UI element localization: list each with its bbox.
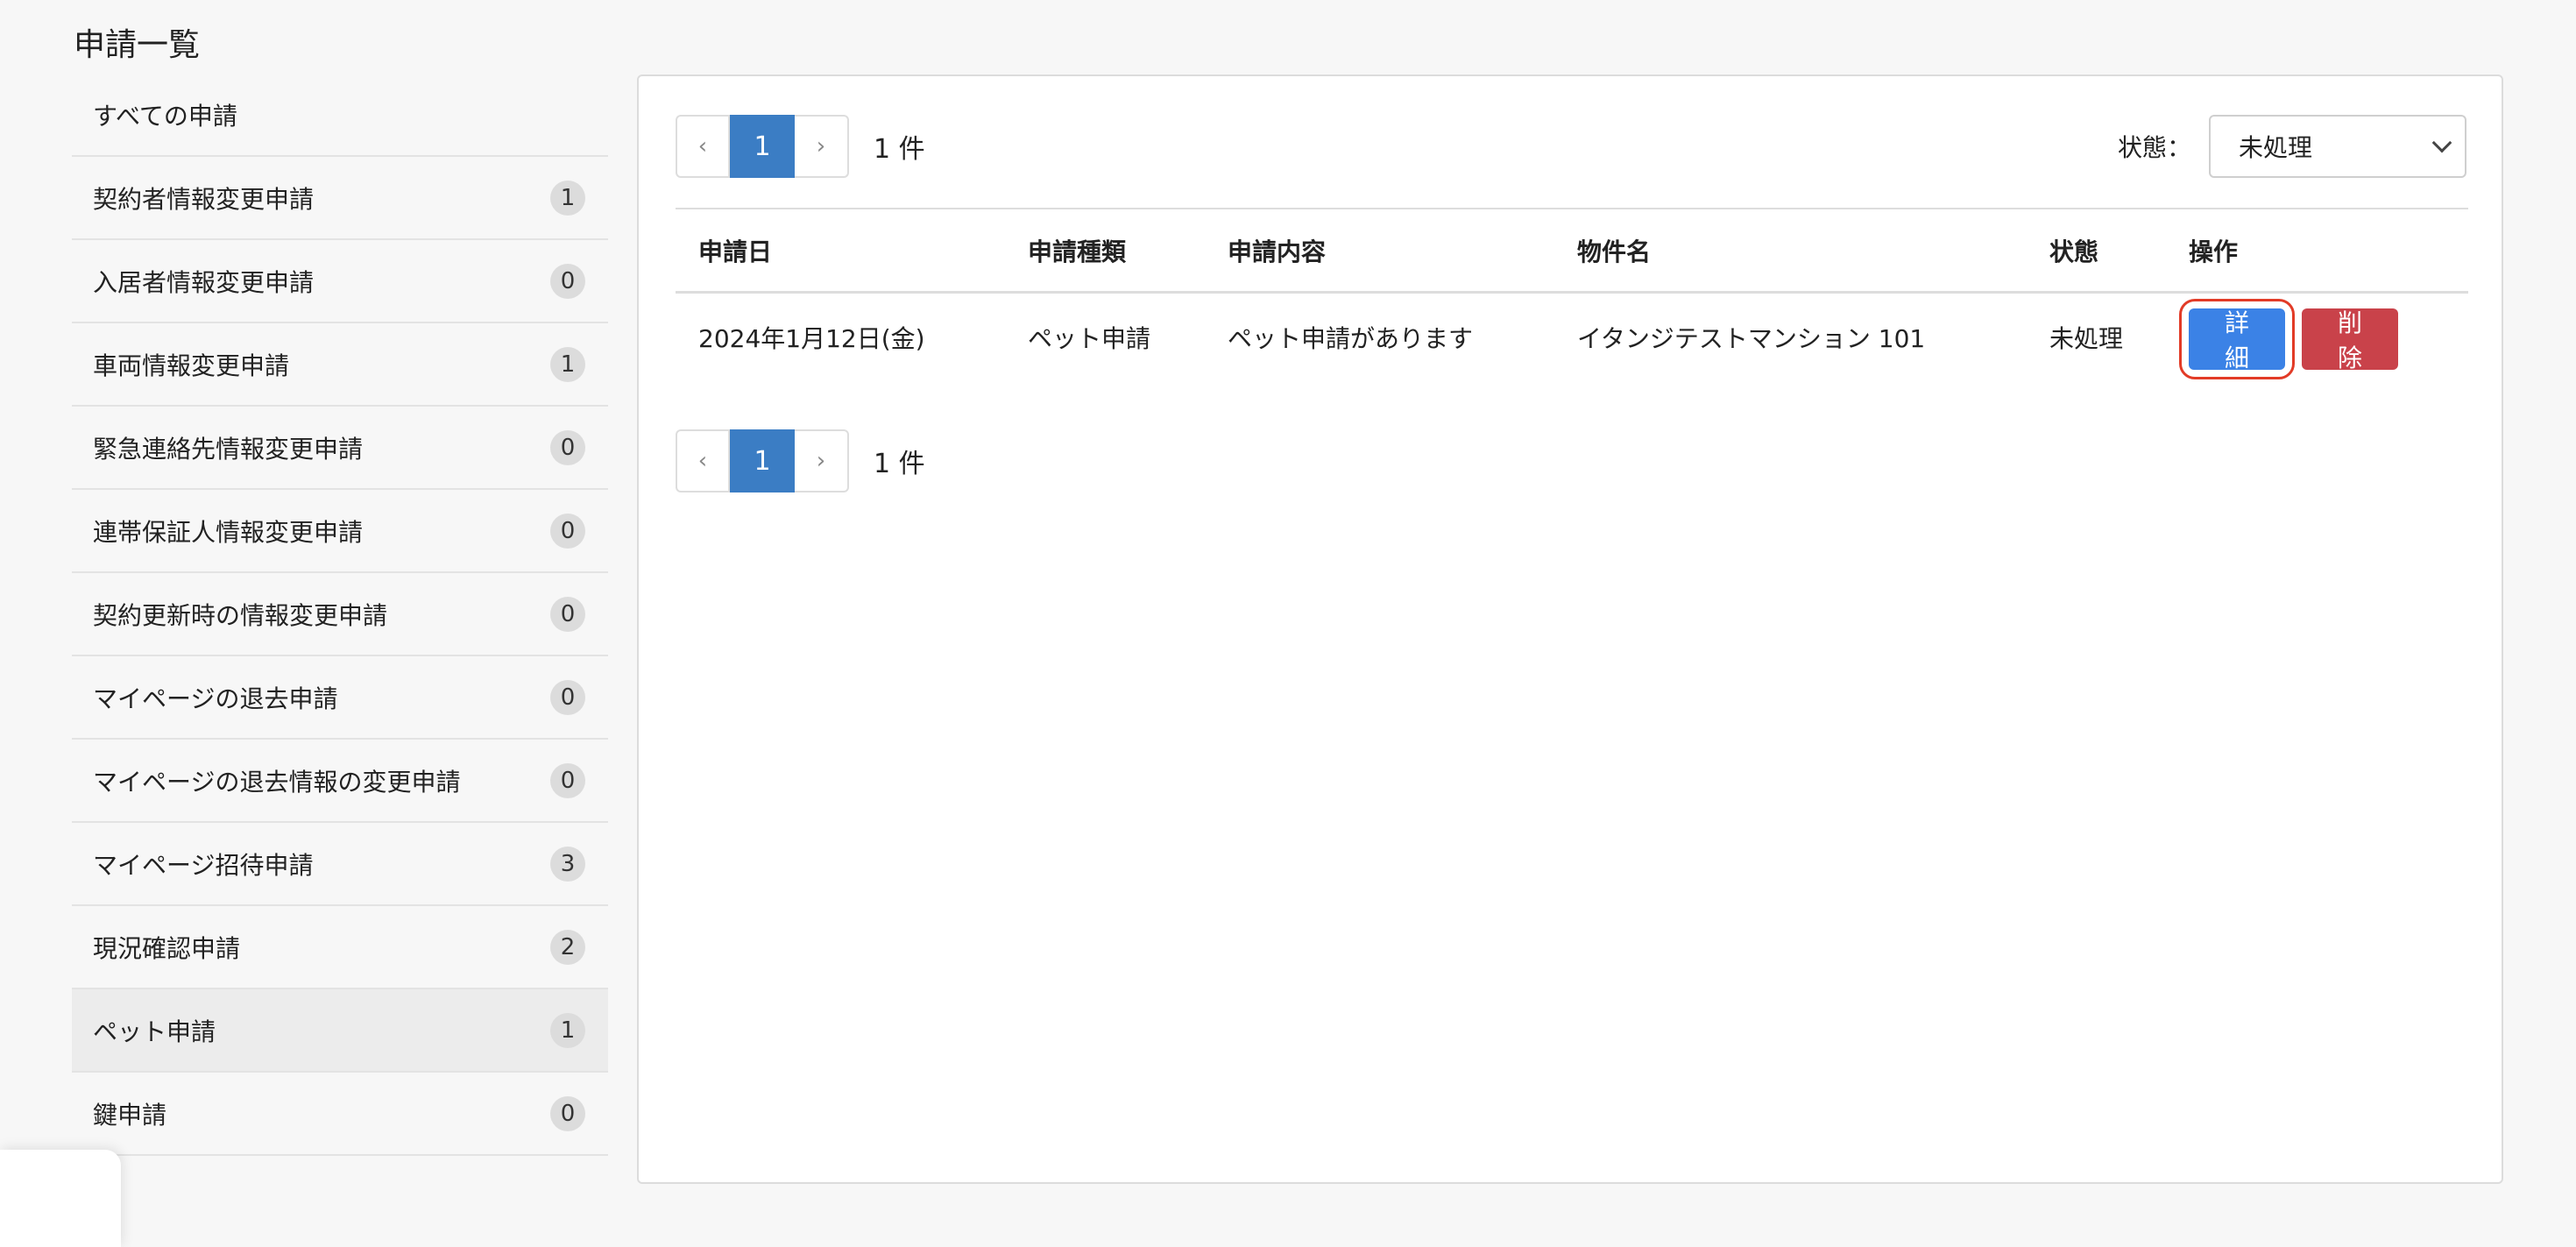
page-title: 申請一覧 xyxy=(74,27,201,63)
count-badge: 1 xyxy=(550,346,585,382)
delete-button[interactable]: 削除 xyxy=(2302,308,2398,372)
cell-status: 未処理 xyxy=(2049,324,2124,353)
current-page-button[interactable]: 1 xyxy=(730,429,795,492)
sidebar-item-label: 緊急連絡先情報変更申請 xyxy=(93,434,364,464)
table-header: 申請日 申請種類 申請内容 物件名 状態 操作 xyxy=(676,209,2468,294)
status-filter: 状態： 未処理 xyxy=(2118,115,2466,178)
count-badge: 0 xyxy=(550,762,585,798)
sidebar-item-label: 鍵申請 xyxy=(93,1100,167,1130)
sidebar-item-all[interactable]: すべての申請 xyxy=(72,74,608,157)
sidebar-item-label: 入居者情報変更申請 xyxy=(93,267,315,297)
count-badge: 0 xyxy=(550,679,585,715)
sidebar-item-label: 連帯保証人情報変更申請 xyxy=(93,517,364,547)
sidebar-item-vehicle-change[interactable]: 車両情報変更申請 1 xyxy=(72,323,608,407)
sidebar-item-contractor-change[interactable]: 契約者情報変更申請 1 xyxy=(72,157,608,240)
cell-content: ペット申請があります xyxy=(1228,324,1474,353)
cell-property: イタンジテストマンション 101 xyxy=(1577,324,1926,353)
status-filter-label: 状態： xyxy=(2117,133,2191,162)
main-panel: ‹ 1 › 1 件 状態： 未処理 申請日 申請種類 申請内容 物件名 状態 操… xyxy=(637,74,2503,1184)
result-count: 1 件 xyxy=(874,449,925,479)
pagination-top: ‹ 1 › 1 件 xyxy=(676,115,925,178)
column-header-actions: 操作 xyxy=(2189,237,2239,266)
prev-page-button[interactable]: ‹ xyxy=(676,115,730,178)
column-header-content: 申請内容 xyxy=(1228,237,1327,266)
cell-type: ペット申請 xyxy=(1028,324,1151,353)
prev-page-button[interactable]: ‹ xyxy=(676,429,730,492)
sidebar-item-resident-change[interactable]: 入居者情報変更申請 0 xyxy=(72,240,608,323)
count-badge: 0 xyxy=(550,429,585,465)
sidebar-item-moveout[interactable]: マイページの退去申請 0 xyxy=(72,656,608,740)
next-page-button[interactable]: › xyxy=(795,429,849,492)
count-badge: 1 xyxy=(550,180,585,216)
detail-button-highlight: 詳細 xyxy=(2179,299,2295,379)
column-header-property: 物件名 xyxy=(1577,237,1652,266)
count-badge: 2 xyxy=(550,929,585,965)
pagination-bottom: ‹ 1 › 1 件 xyxy=(676,429,925,492)
sidebar-item-mypage-invite[interactable]: マイページ招待申請 3 xyxy=(72,823,608,906)
table-row: 2024年1月12日(金) ペット申請 ペット申請があります イタンジテストマン… xyxy=(676,294,2468,399)
sidebar-item-pet[interactable]: ペット申請 1 xyxy=(72,989,608,1073)
applications-table: 申請日 申請種類 申請内容 物件名 状態 操作 2024年1月12日(金) ペッ… xyxy=(676,208,2468,399)
current-page-button[interactable]: 1 xyxy=(730,115,795,178)
cell-date: 2024年1月12日(金) xyxy=(698,324,925,353)
count-badge: 1 xyxy=(550,1012,585,1048)
detail-button[interactable]: 詳細 xyxy=(2189,308,2285,372)
sidebar-item-label: 契約更新時の情報変更申請 xyxy=(93,600,388,630)
sidebar-item-key[interactable]: 鍵申請 0 xyxy=(72,1073,608,1156)
count-badge: 3 xyxy=(550,846,585,882)
sidebar-item-label: 契約者情報変更申請 xyxy=(93,184,315,214)
sidebar-item-emergency-contact-change[interactable]: 緊急連絡先情報変更申請 0 xyxy=(72,407,608,490)
count-badge: 0 xyxy=(550,596,585,632)
sidebar-item-guarantor-change[interactable]: 連帯保証人情報変更申請 0 xyxy=(72,490,608,573)
sidebar-item-renewal-change[interactable]: 契約更新時の情報変更申請 0 xyxy=(72,573,608,656)
result-count: 1 件 xyxy=(874,134,925,165)
sidebar-item-moveout-change[interactable]: マイページの退去情報の変更申請 0 xyxy=(72,740,608,823)
sidebar-item-label: 車両情報変更申請 xyxy=(93,351,290,380)
row-actions: 詳細 削除 xyxy=(2179,299,2398,379)
sidebar: すべての申請 契約者情報変更申請 1 入居者情報変更申請 0 車両情報変更申請 … xyxy=(72,74,608,1156)
sidebar-item-label: 現況確認申請 xyxy=(93,933,241,963)
column-header-date: 申請日 xyxy=(698,237,773,266)
sidebar-item-label: マイページの退去情報の変更申請 xyxy=(93,767,461,797)
status-select-value: 未処理 xyxy=(2239,133,2313,162)
page: 申請一覧 すべての申請 契約者情報変更申請 1 入居者情報変更申請 0 車両情報… xyxy=(0,0,2576,1247)
sidebar-item-label: マイページの退去申請 xyxy=(93,684,338,713)
sidebar-item-label: すべての申請 xyxy=(93,101,237,131)
sidebar-item-status-check[interactable]: 現況確認申請 2 xyxy=(72,906,608,989)
next-page-button[interactable]: › xyxy=(795,115,849,178)
count-badge: 0 xyxy=(550,513,585,549)
count-badge: 0 xyxy=(550,1095,585,1131)
status-select[interactable]: 未処理 xyxy=(2209,115,2466,178)
floating-widget xyxy=(0,1150,121,1247)
chevron-down-icon xyxy=(2431,132,2452,153)
column-header-status: 状態 xyxy=(2049,237,2099,266)
sidebar-item-label: マイページ招待申請 xyxy=(93,850,314,880)
column-header-type: 申請種類 xyxy=(1028,237,1127,266)
count-badge: 0 xyxy=(550,263,585,299)
sidebar-item-label: ペット申請 xyxy=(93,1017,216,1046)
